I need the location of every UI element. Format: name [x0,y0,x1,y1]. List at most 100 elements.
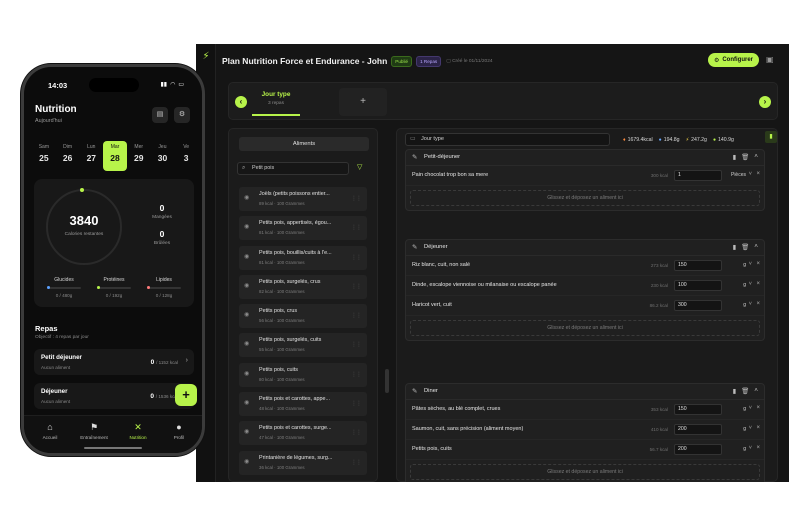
day-mer[interactable]: Mer 29 [127,141,151,171]
day-ve[interactable]: Ve 3 [174,141,198,171]
day-type-input[interactable]: ▭ Jour type [405,133,610,146]
quantity-input[interactable]: 100 [674,280,722,291]
settings-button[interactable]: ⚙ [174,107,190,123]
chevron-down-icon[interactable]: ˅ [749,301,752,307]
food-item[interactable]: ◉ Printanière de légumes, surg... 36 kcal … [239,450,367,475]
add-meal-button[interactable]: + [175,384,197,406]
unit-select[interactable]: g [743,302,746,308]
food-item[interactable]: ◉ Petits pois, crus 56 kcal · 100 Grammes ⋮… [239,304,367,329]
unit-select[interactable]: g [743,406,746,412]
chevron-down-icon[interactable]: ˅ [749,425,752,431]
day-sam[interactable]: Sam 25 [32,141,56,171]
day-jeu[interactable]: Jeu 30 [151,141,175,171]
food-item[interactable]: ◉ Joëls (petits poissons entier... 89 kcal… [239,187,367,211]
edit-icon[interactable]: ✎ [412,153,417,161]
trash-icon[interactable]: 🗑 [741,387,749,395]
nav-nutrition[interactable]: ✕ Nutrition [118,422,158,440]
chevron-down-icon[interactable]: ˅ [749,445,752,451]
chevron-up-icon[interactable]: ˄ [754,387,758,395]
chart-icon[interactable]: ▮ [733,153,737,161]
eye-icon[interactable]: ◉ [244,428,249,435]
food-search-input[interactable]: ⌕ Petit pois [237,162,349,175]
nav-profil[interactable]: ● Profil [159,422,199,440]
eye-icon[interactable]: ◉ [244,223,249,230]
unit-select[interactable]: g [743,426,746,432]
quantity-input[interactable]: 1 [674,170,722,181]
unit-select[interactable]: g [743,282,746,288]
food-dropzone[interactable]: Glissez et déposez un aliment ici [410,320,760,336]
chevron-down-icon[interactable]: ˅ [749,281,752,287]
eye-icon[interactable]: ◉ [244,399,249,406]
chevron-down-icon[interactable]: ˅ [749,405,752,411]
food-item[interactable]: ◉ Petits pois, surgelés, cuits 55 kcal · 1… [239,333,367,358]
remove-icon[interactable]: × [756,301,760,307]
remove-icon[interactable]: × [756,405,760,411]
remove-icon[interactable]: × [756,261,760,267]
drag-handle-icon[interactable]: ⋮⋮ [351,283,362,290]
chart-icon[interactable]: ▮ [733,243,737,251]
chevron-down-icon[interactable]: ˅ [749,261,752,267]
add-day-button[interactable]: + [339,88,387,116]
eye-icon[interactable]: ◉ [244,340,249,347]
drag-handle-icon[interactable]: ⋮⋮ [351,312,362,319]
eye-icon[interactable]: ◉ [244,370,249,377]
nav-entrainement[interactable]: ⚑ Entraînement [74,422,114,440]
food-dropzone[interactable]: Glissez et déposez un aliment ici [410,190,760,206]
drag-handle-icon[interactable]: ⋮⋮ [351,195,362,202]
food-item[interactable]: ◉ Petits pois, bouillis/cuits à l'e... 81 … [239,245,367,270]
unit-select[interactable]: g [743,446,746,452]
quantity-input[interactable]: 150 [674,404,722,415]
phone-meal-card[interactable]: Petit déjeuner Aucun aliment 0 / 1152 kcal… [34,349,194,375]
phone-meal-card[interactable]: DéjeunerAucun aliment0 / 1536 kcal› [34,383,194,409]
day-lun[interactable]: Lun 27 [79,141,103,171]
drag-handle-icon[interactable]: ⋮⋮ [351,459,362,466]
quantity-input[interactable]: 200 [674,424,722,435]
food-item[interactable]: ◉ Petits pois et carottes, appe... 48 kcal… [239,392,367,417]
edit-icon[interactable]: ✎ [412,243,417,251]
food-item[interactable]: ◉ Petits pois, cuits 80 kcal · 100 Grammes… [239,362,367,387]
chevron-up-icon[interactable]: ˄ [754,243,758,251]
remove-icon[interactable]: × [756,445,760,451]
tab-aliments[interactable]: Aliments [239,137,369,151]
day-mar[interactable]: Mar 28 [103,141,127,171]
next-day-button[interactable]: › [759,96,771,108]
tab-jour-type[interactable]: Jour type 3 repas [252,89,300,116]
drag-handle-icon[interactable]: ⋮⋮ [351,371,362,378]
chart-icon[interactable]: ▮ [733,387,737,395]
quantity-input[interactable]: 200 [674,444,722,455]
food-dropzone[interactable]: Glissez et déposez un aliment ici [410,464,760,480]
document-button[interactable]: ▤ [152,107,168,123]
chevron-down-icon[interactable]: ˅ [749,171,752,177]
drag-handle-icon[interactable]: ⋮⋮ [351,224,362,231]
configure-button[interactable]: ⚙ Configurer [707,53,759,67]
food-item[interactable]: ◉ Petits pois et carottes, surge... 47 kca… [239,421,367,446]
unit-select[interactable]: Pièces [731,172,746,178]
trash-icon[interactable]: 🗑 [741,243,749,251]
nav-accueil[interactable]: ⌂ Accueil [30,422,70,440]
drag-handle-icon[interactable]: ⋮⋮ [351,254,362,261]
prev-day-button[interactable]: ‹ [235,96,247,108]
logo-icon[interactable]: ⚡ [201,52,211,62]
filter-icon[interactable]: ▽ [357,163,362,171]
drag-handle-icon[interactable]: ⋮⋮ [351,400,362,407]
panel-resize-handle[interactable] [385,369,389,393]
quantity-input[interactable]: 300 [674,300,722,311]
eye-icon[interactable]: ◉ [244,194,249,201]
food-item[interactable]: ◉ Petits pois, surgelés, crus 82 kcal · 10… [239,274,367,299]
eye-icon[interactable]: ◉ [244,311,249,318]
unit-select[interactable]: g [743,262,746,268]
food-item[interactable]: ◉ Petits pois, appertisés, égou... 81 kcal… [239,216,367,241]
drag-handle-icon[interactable]: ⋮⋮ [351,341,362,348]
trash-icon[interactable]: 🗑 [741,153,749,161]
quantity-input[interactable]: 150 [674,260,722,271]
save-icon[interactable]: ▣ [766,55,775,65]
chart-button[interactable]: ▮ [765,131,777,143]
eye-icon[interactable]: ◉ [244,282,249,289]
eye-icon[interactable]: ◉ [244,253,249,260]
remove-icon[interactable]: × [756,171,760,177]
remove-icon[interactable]: × [756,425,760,431]
remove-icon[interactable]: × [756,281,760,287]
day-dim[interactable]: Dim 26 [56,141,80,171]
drag-handle-icon[interactable]: ⋮⋮ [351,429,362,436]
chevron-up-icon[interactable]: ˄ [754,153,758,161]
